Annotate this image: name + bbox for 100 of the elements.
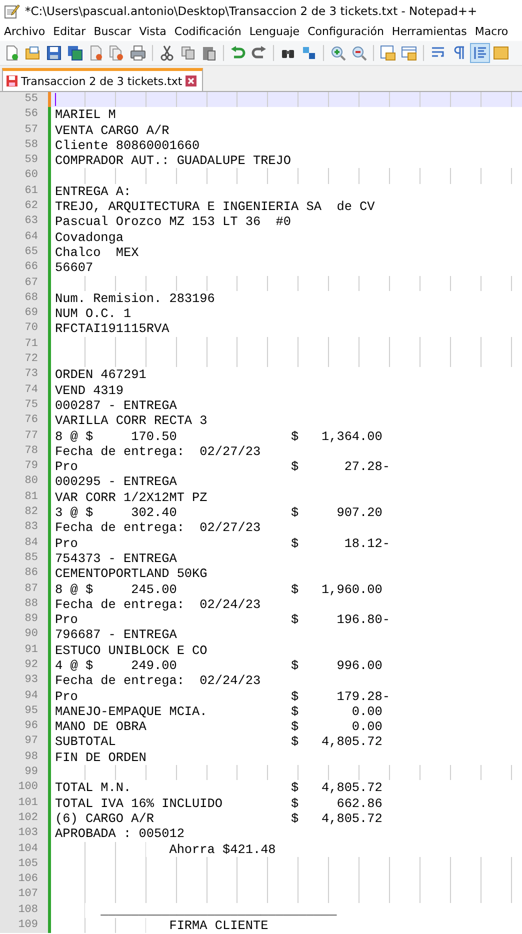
menu-item[interactable]: Vista — [135, 25, 170, 38]
line-number: 103 — [0, 826, 48, 842]
line-number: 109 — [0, 918, 48, 934]
code-line: CEMENTOPORTLAND 50KG — [55, 566, 208, 582]
code-line: (6) CARGO A/R $ 4,805.72 — [55, 810, 382, 826]
line-number: 108 — [0, 902, 48, 918]
code-line: VEND 4319 — [55, 382, 124, 398]
line-number: 97 — [0, 734, 48, 750]
paste-icon[interactable] — [200, 44, 218, 62]
line-number: 102 — [0, 810, 48, 826]
code-line: MANEJO-EMPAQUE MCIA. $ 0.00 — [55, 704, 382, 719]
line-number: 95 — [0, 704, 48, 720]
line-number: 76 — [0, 413, 48, 429]
line-number: 70 — [0, 321, 48, 337]
code-line: ENTREGA A: — [55, 184, 132, 199]
code-line: 000287 - ENTREGA — [55, 398, 177, 413]
code-line: SUBTOTAL $ 4,805.72 — [55, 734, 382, 750]
code-line: 8 @ $ 245.00 $ 1,960.00 — [55, 582, 382, 596]
code-line: Pro $ 196.80- — [55, 612, 390, 628]
line-number: 80 — [0, 474, 48, 490]
line-number: 87 — [0, 582, 48, 597]
save-all-icon[interactable] — [66, 44, 84, 62]
menu-item[interactable]: Buscar — [90, 25, 136, 38]
code-line: Covadonga — [55, 230, 124, 245]
line-number: 57 — [0, 122, 48, 138]
code-line: Pro $ 179.28- — [55, 688, 390, 704]
close-all-icon[interactable] — [108, 44, 126, 62]
line-number: 72 — [0, 352, 48, 368]
line-number: 86 — [0, 566, 48, 582]
line-number: 75 — [0, 398, 48, 414]
line-number: 74 — [0, 382, 48, 398]
print-icon[interactable] — [129, 44, 147, 62]
cut-icon[interactable] — [158, 44, 176, 62]
line-number: 71 — [0, 336, 48, 352]
indent-guide-icon[interactable] — [471, 44, 489, 62]
copy-icon[interactable] — [179, 44, 197, 62]
code-line: ORDEN 467291 — [55, 367, 146, 382]
code-line: 3 @ $ 302.40 $ 907.20 — [55, 505, 382, 520]
menu-item[interactable]: Codificación — [170, 25, 246, 38]
code-line: _______________________________ — [100, 902, 337, 918]
code-line: TOTAL IVA 16% INCLUIDO $ 662.86 — [55, 796, 382, 811]
line-number: 84 — [0, 536, 48, 551]
line-number: 92 — [0, 658, 48, 674]
line-number: 105 — [0, 856, 48, 872]
code-line: Ahorra $421.48 — [169, 842, 276, 857]
line-number: 81 — [0, 490, 48, 506]
code-line: COMPRADOR AUT.: GUADALUPE TREJO — [55, 153, 292, 168]
code-line: VENTA CARGO A/R — [55, 122, 170, 138]
line-number: 79 — [0, 459, 48, 474]
code-line: ESTUCO UNIBLOCK E CO — [55, 642, 208, 658]
line-number: 60 — [0, 168, 48, 184]
code-line: Fecha de entrega: 02/24/23 — [55, 596, 261, 612]
line-number: 58 — [0, 138, 48, 154]
file-tab[interactable]: Transaccion 2 de 3 tickets.txt — [2, 68, 204, 91]
code-line: 796687 - ENTREGA — [55, 627, 177, 642]
line-number: 63 — [0, 214, 48, 230]
line-number: 65 — [0, 244, 48, 260]
menu-item[interactable]: Configuración — [304, 25, 388, 38]
menu-item[interactable]: Macro — [470, 25, 512, 38]
line-number: 62 — [0, 199, 48, 214]
code-line: 56607 — [55, 260, 94, 276]
open-folder-icon[interactable] — [24, 44, 42, 62]
code-line: 4 @ $ 249.00 $ 996.00 — [55, 658, 382, 673]
line-number: 106 — [0, 872, 48, 888]
code-line: RFCTAI191115RVA — [55, 321, 170, 336]
line-number: 55 — [0, 92, 48, 108]
line-number: 83 — [0, 520, 48, 536]
menu-item[interactable]: Editar — [49, 25, 90, 38]
code-line: MANO DE OBRA $ 0.00 — [55, 719, 382, 734]
replace-icon[interactable] — [300, 44, 318, 62]
line-number: 77 — [0, 428, 48, 444]
menu-item[interactable]: Herramientas — [388, 25, 471, 38]
line-number: 64 — [0, 230, 48, 245]
code-line: Fecha de entrega: 02/27/23 — [55, 444, 261, 459]
code-line: Cliente 80860001660 — [55, 138, 200, 153]
menu-item[interactable]: Lenguaje — [245, 25, 304, 38]
zoom-out-icon[interactable] — [350, 44, 368, 62]
save-icon[interactable] — [45, 44, 63, 62]
close-icon[interactable] — [185, 75, 198, 87]
line-number: 85 — [0, 550, 48, 566]
line-number: 96 — [0, 719, 48, 734]
zoom-in-icon[interactable] — [329, 44, 347, 62]
menu-item[interactable]: Archivo — [0, 25, 50, 38]
line-number: 59 — [0, 153, 48, 168]
line-number: 73 — [0, 367, 48, 383]
code-line: NUM O.C. 1 — [55, 306, 132, 322]
text-cursor — [55, 93, 56, 106]
code-line: TOTAL M.N. $ 4,805.72 — [55, 780, 382, 796]
sync-horizontal-icon[interactable] — [400, 44, 418, 62]
code-line: 000295 - ENTREGA — [55, 474, 177, 490]
line-number: 82 — [0, 505, 48, 520]
line-number: 90 — [0, 627, 48, 643]
code-line: Pro $ 18.12- — [55, 536, 390, 551]
code-line: Num. Remision. 283196 — [55, 290, 215, 306]
sync-vertical-icon[interactable] — [379, 44, 397, 62]
line-number: 89 — [0, 612, 48, 628]
code-line: Pro $ 27.28- — [55, 459, 390, 474]
code-line: Pascual Orozco MZ 153 LT 36 #0 — [55, 214, 292, 230]
line-number: 78 — [0, 444, 48, 460]
line-number: 101 — [0, 796, 48, 811]
